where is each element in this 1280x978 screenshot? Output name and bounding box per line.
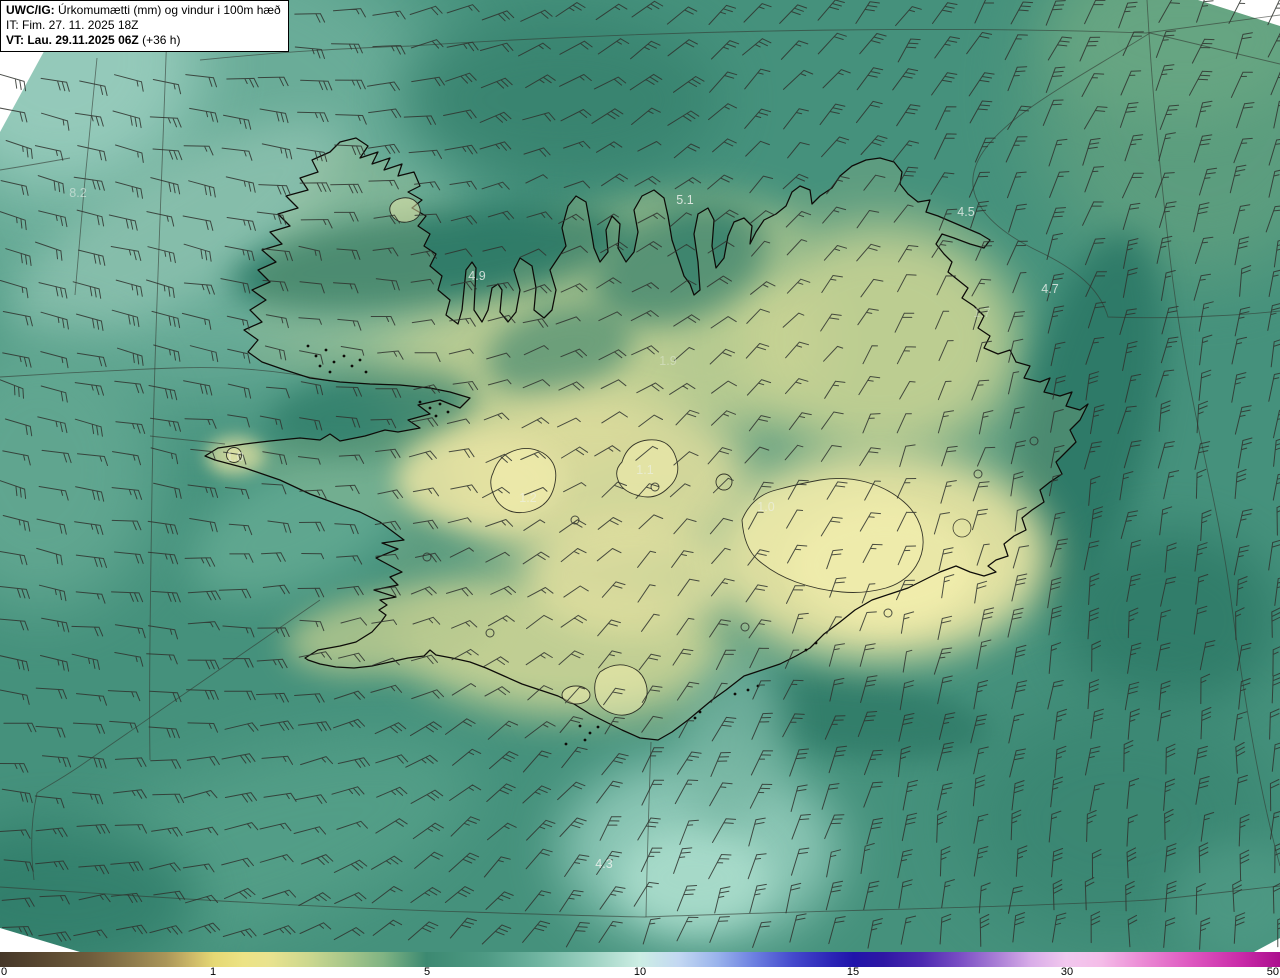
title-line-model: UWC/IG: Úrkomumætti (mm) og vindur i 100…: [6, 3, 281, 18]
contour-label: 8.2: [69, 186, 86, 200]
contour-label: 1.9: [659, 354, 676, 368]
title-line-valid: VT: Lau. 29.11.2025 06Z (+36 h): [6, 33, 281, 48]
weather-map-page: 8.2 5.1 4.9 4.5 4.7 1.9 1.7 1.2 1.1 1.0 1.0 4.3 UWC…: [0, 0, 1280, 978]
contour-label: 5.1: [676, 193, 693, 207]
model-name: UWC/IG:: [6, 3, 55, 17]
title-line-init: IT: Fim. 27. 11. 2025 18Z: [6, 18, 281, 33]
colorbar-tick: 5: [423, 966, 431, 978]
colorbar-tick: 1: [209, 966, 217, 978]
contour-label: 1.0: [226, 450, 243, 464]
contour-label: 4.7: [1041, 282, 1058, 296]
precipitation-wind-map: 8.2 5.1 4.9 4.5 4.7 1.9 1.7 1.2 1.1 1.0 1.0 4.3: [0, 0, 1280, 952]
colorbar-tick: 10: [633, 966, 647, 978]
colorbar-tick: 50: [1266, 966, 1279, 978]
contour-label: 4.5: [957, 205, 974, 219]
colorbar-tick: 0: [1, 966, 8, 978]
colorbar-tick-labels: 0 1 5 10 15 30 50: [0, 967, 1280, 978]
init-time: IT: Fim. 27. 11. 2025 18Z: [6, 18, 139, 32]
title-box: UWC/IG: Úrkomumætti (mm) og vindur i 100…: [0, 0, 289, 52]
contour-label: 1.2: [519, 491, 536, 505]
contour-label: 1.7: [973, 306, 990, 320]
contour-label: 4.3: [595, 857, 612, 871]
field-description: Úrkomumætti (mm) og vindur i 100m hæð: [54, 3, 281, 17]
contour-label: 1.1: [636, 463, 653, 477]
valid-time: VT: Lau. 29.11.2025 06Z: [6, 33, 139, 47]
contour-label: 4.9: [468, 269, 485, 283]
precipitation-colorbar: [0, 952, 1280, 967]
forecast-lead: (+36 h): [138, 33, 181, 47]
colorbar-tick: 15: [846, 966, 860, 978]
map-overlay: 8.2 5.1 4.9 4.5 4.7 1.9 1.7 1.2 1.1 1.0 1.0 4.3: [0, 0, 1280, 952]
contour-label: 1.0: [757, 500, 774, 514]
colorbar-tick: 30: [1060, 966, 1074, 978]
